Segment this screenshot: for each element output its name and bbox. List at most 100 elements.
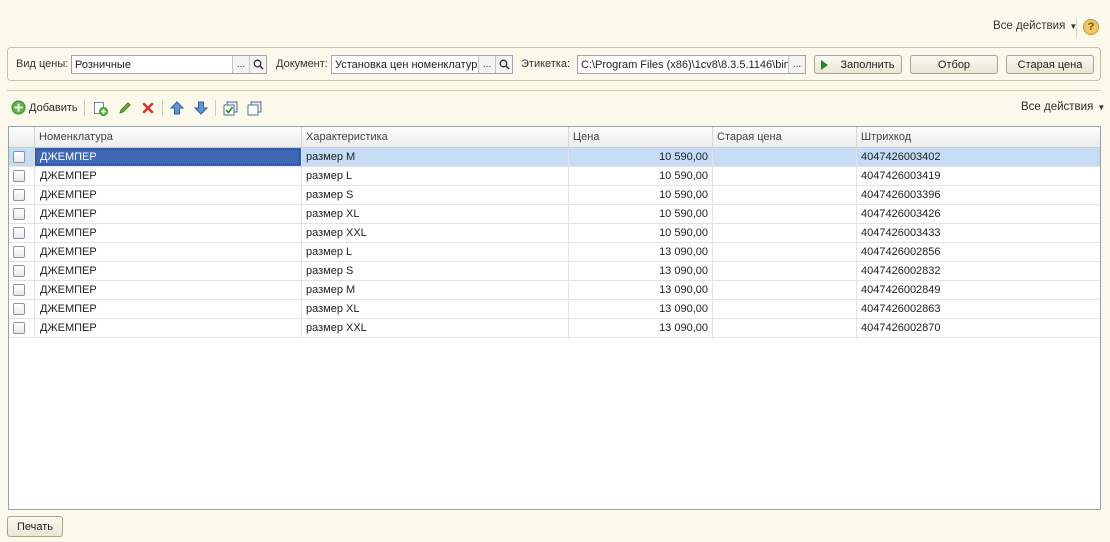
cell-price[interactable]: 10 590,00	[568, 224, 712, 242]
row-checkbox[interactable]	[13, 246, 25, 258]
cell-nomenclature[interactable]: ДЖЕМПЕР	[34, 205, 301, 223]
cell-old-price[interactable]	[712, 205, 856, 223]
row-checkbox[interactable]	[13, 265, 25, 277]
cell-price[interactable]: 10 590,00	[568, 186, 712, 204]
fill-button[interactable]: Заполнить	[814, 55, 902, 74]
column-header-price[interactable]: Цена	[568, 127, 712, 147]
cell-characteristic[interactable]: размер M	[301, 281, 568, 299]
table-row[interactable]: ДЖЕМПЕР размер S 10 590,00 4047426003396	[9, 186, 1100, 205]
cell-barcode[interactable]: 4047426002856	[856, 243, 1100, 261]
cell-barcode[interactable]: 4047426002870	[856, 319, 1100, 337]
label-file-field[interactable]: C:\Program Files (x86)\1cv8\8.3.5.1146\b…	[577, 55, 806, 74]
select-ellipsis-button[interactable]: ...	[478, 56, 495, 73]
cell-old-price[interactable]	[712, 262, 856, 280]
table-row[interactable]: ДЖЕМПЕР размер S 13 090,00 4047426002832	[9, 262, 1100, 281]
top-all-actions-menu[interactable]: Все действия ▼	[993, 20, 1077, 32]
cell-barcode[interactable]: 4047426002832	[856, 262, 1100, 280]
cell-characteristic[interactable]: размер XL	[301, 300, 568, 318]
cell-old-price[interactable]	[712, 148, 856, 166]
cell-old-price[interactable]	[712, 167, 856, 185]
cell-nomenclature[interactable]: ДЖЕМПЕР	[34, 262, 301, 280]
table-row[interactable]: ДЖЕМПЕР размер M 10 590,00 4047426003402	[9, 148, 1100, 167]
row-checkbox[interactable]	[13, 170, 25, 182]
cell-price[interactable]: 13 090,00	[568, 300, 712, 318]
cell-barcode[interactable]: 4047426002849	[856, 281, 1100, 299]
cell-nomenclature[interactable]: ДЖЕМПЕР	[34, 186, 301, 204]
table-row[interactable]: ДЖЕМПЕР размер XL 13 090,00 4047426002863	[9, 300, 1100, 319]
row-checkbox[interactable]	[13, 151, 25, 163]
cell-characteristic[interactable]: размер L	[301, 167, 568, 185]
table-row[interactable]: ДЖЕМПЕР размер L 10 590,00 4047426003419	[9, 167, 1100, 186]
row-checkbox[interactable]	[13, 208, 25, 220]
select-ellipsis-button[interactable]: ...	[232, 56, 249, 73]
table-row[interactable]: ДЖЕМПЕР размер M 13 090,00 4047426002849	[9, 281, 1100, 300]
price-type-value: Розничные	[75, 58, 131, 71]
search-icon[interactable]	[249, 56, 266, 73]
column-header-old-price[interactable]: Старая цена	[712, 127, 856, 147]
cell-characteristic[interactable]: размер XXL	[301, 224, 568, 242]
cell-barcode[interactable]: 4047426003402	[856, 148, 1100, 166]
edit-icon[interactable]	[116, 100, 132, 116]
old-price-button[interactable]: Старая цена	[1006, 55, 1094, 74]
cell-price[interactable]: 13 090,00	[568, 243, 712, 261]
move-up-icon[interactable]	[169, 100, 185, 116]
cell-barcode[interactable]: 4047426003396	[856, 186, 1100, 204]
cell-price[interactable]: 10 590,00	[568, 148, 712, 166]
cell-price[interactable]: 10 590,00	[568, 167, 712, 185]
cell-old-price[interactable]	[712, 281, 856, 299]
cell-characteristic[interactable]: размер XL	[301, 205, 568, 223]
cell-nomenclature[interactable]: ДЖЕМПЕР	[34, 319, 301, 337]
delete-icon[interactable]	[140, 100, 156, 116]
add-button[interactable]: Добавить	[11, 100, 78, 115]
cell-old-price[interactable]	[712, 243, 856, 261]
cell-nomenclature[interactable]: ДЖЕМПЕР	[34, 224, 301, 242]
cell-price[interactable]: 13 090,00	[568, 281, 712, 299]
table-row[interactable]: ДЖЕМПЕР размер XXL 10 590,00 4047426003433	[9, 224, 1100, 243]
cell-price[interactable]: 10 590,00	[568, 205, 712, 223]
price-table[interactable]: Номенклатура Характеристика Цена Старая …	[8, 126, 1101, 510]
row-checkbox[interactable]	[13, 189, 25, 201]
row-checkbox[interactable]	[13, 284, 25, 296]
table-row[interactable]: ДЖЕМПЕР размер XL 10 590,00 4047426003426	[9, 205, 1100, 224]
cell-old-price[interactable]	[712, 224, 856, 242]
column-header-characteristic[interactable]: Характеристика	[301, 127, 568, 147]
cell-characteristic[interactable]: размер M	[301, 148, 568, 166]
check-all-icon[interactable]	[222, 100, 238, 116]
move-down-icon[interactable]	[193, 100, 209, 116]
table-row[interactable]: ДЖЕМПЕР размер L 13 090,00 4047426002856	[9, 243, 1100, 262]
row-checkbox[interactable]	[13, 227, 25, 239]
cell-barcode[interactable]: 4047426003426	[856, 205, 1100, 223]
cell-nomenclature[interactable]: ДЖЕМПЕР	[34, 167, 301, 185]
cell-nomenclature[interactable]: ДЖЕМПЕР	[34, 300, 301, 318]
cell-characteristic[interactable]: размер S	[301, 262, 568, 280]
cell-characteristic[interactable]: размер XXL	[301, 319, 568, 337]
price-type-field[interactable]: Розничные ...	[71, 55, 267, 74]
cell-characteristic[interactable]: размер L	[301, 243, 568, 261]
filter-button[interactable]: Отбор	[910, 55, 998, 74]
cell-barcode[interactable]: 4047426003419	[856, 167, 1100, 185]
uncheck-all-icon[interactable]	[246, 100, 262, 116]
row-checkbox[interactable]	[13, 322, 25, 334]
column-header-barcode[interactable]: Штрихкод	[856, 127, 1100, 147]
table-row[interactable]: ДЖЕМПЕР размер XXL 13 090,00 4047426002870	[9, 319, 1100, 338]
copy-icon[interactable]	[92, 100, 108, 116]
column-header-nomenclature[interactable]: Номенклатура	[34, 127, 301, 147]
cell-price[interactable]: 13 090,00	[568, 262, 712, 280]
cell-old-price[interactable]	[712, 300, 856, 318]
cell-price[interactable]: 13 090,00	[568, 319, 712, 337]
cell-barcode[interactable]: 4047426003433	[856, 224, 1100, 242]
cell-nomenclature[interactable]: ДЖЕМПЕР	[34, 148, 301, 166]
print-button[interactable]: Печать	[7, 516, 63, 537]
help-icon[interactable]: ?	[1083, 19, 1099, 35]
cell-nomenclature[interactable]: ДЖЕМПЕР	[34, 243, 301, 261]
select-ellipsis-button[interactable]: ...	[788, 56, 805, 73]
cell-nomenclature[interactable]: ДЖЕМПЕР	[34, 281, 301, 299]
search-icon[interactable]	[495, 56, 512, 73]
cell-old-price[interactable]	[712, 319, 856, 337]
table-all-actions-menu[interactable]: Все действия ▼	[1021, 101, 1105, 113]
cell-old-price[interactable]	[712, 186, 856, 204]
cell-barcode[interactable]: 4047426002863	[856, 300, 1100, 318]
document-field[interactable]: Установка цен номенклатур ...	[331, 55, 513, 74]
cell-characteristic[interactable]: размер S	[301, 186, 568, 204]
row-checkbox[interactable]	[13, 303, 25, 315]
